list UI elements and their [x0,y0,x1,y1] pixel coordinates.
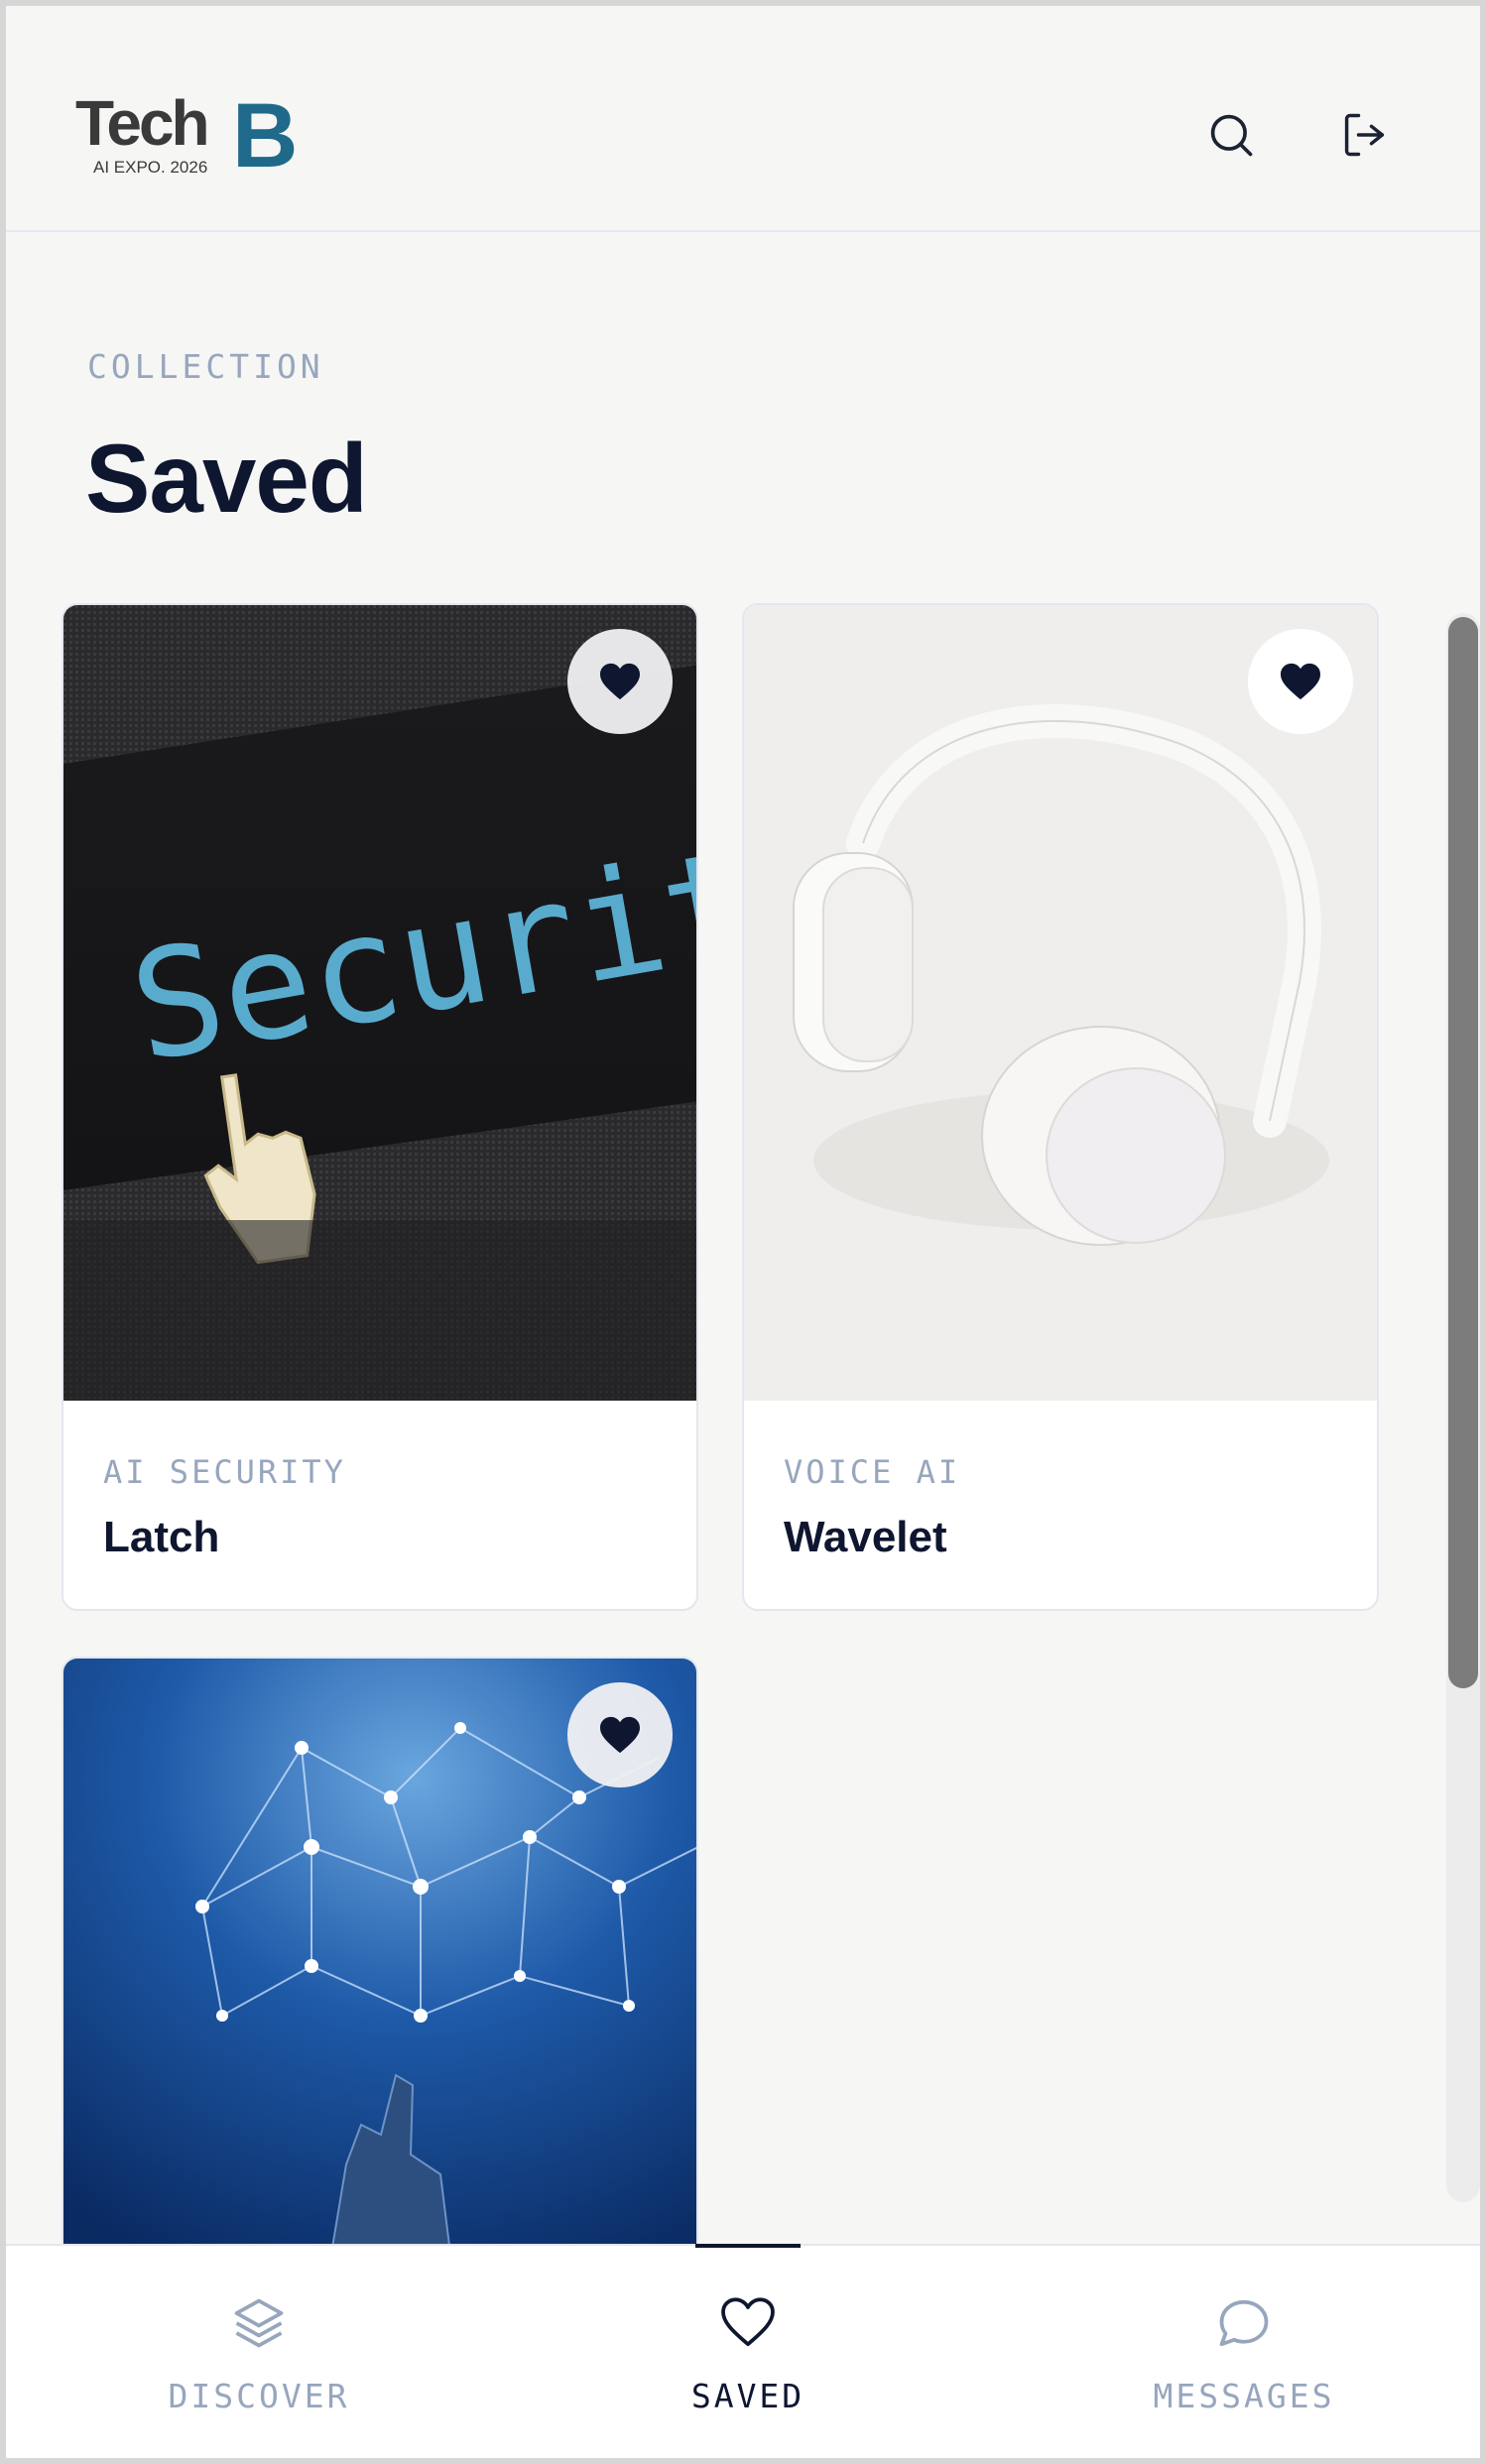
card-title: Wavelet [784,1513,947,1561]
scrollbar-thumb[interactable] [1448,617,1478,1688]
product-card[interactable] [62,1657,698,2252]
favorite-toggle[interactable] [567,629,673,734]
app-frame: Tech B AI EXPO. 2026 COLLECTION Saved Se… [0,0,1486,2464]
scrollbar-track[interactable] [1446,613,1480,2202]
heart-filled-icon [600,663,640,700]
page-title: Saved [85,424,368,533]
nav-messages[interactable]: MESSAGES [1095,2246,1393,2458]
heart-filled-icon [600,1716,640,1754]
svg-text:Tech: Tech [75,87,207,159]
favorite-toggle[interactable] [567,1682,673,1787]
nav-label: SAVED [690,2377,805,2415]
nav-discover[interactable]: DISCOVER [110,2246,408,2458]
svg-text:B: B [232,85,298,185]
favorite-toggle[interactable] [1248,629,1353,734]
tech-expo-logo[interactable]: Tech B AI EXPO. 2026 [75,85,313,186]
nav-label: MESSAGES [1153,2377,1335,2415]
logout-icon[interactable] [1335,105,1395,165]
search-icon[interactable] [1201,105,1261,165]
nav-label: DISCOVER [168,2377,350,2415]
card-category: VOICE AI [784,1453,961,1491]
svg-text:AI EXPO. 2026: AI EXPO. 2026 [93,158,207,177]
nav-saved[interactable]: SAVED [599,2246,897,2458]
layers-icon [234,2298,284,2348]
heart-filled-icon [1281,663,1320,700]
product-card[interactable]: Security AI SECURITY Latch [62,603,698,1611]
card-title: Latch [103,1513,220,1561]
bottom-nav: DISCOVER SAVED MESSAGES [6,2244,1480,2458]
app-header: Tech B AI EXPO. 2026 [6,6,1480,232]
product-card[interactable]: VOICE AI Wavelet [742,603,1379,1611]
section-eyebrow: COLLECTION [87,347,324,386]
chat-bubble-icon [1219,2299,1269,2347]
heart-icon [721,2297,775,2347]
card-category: AI SECURITY [103,1453,346,1491]
